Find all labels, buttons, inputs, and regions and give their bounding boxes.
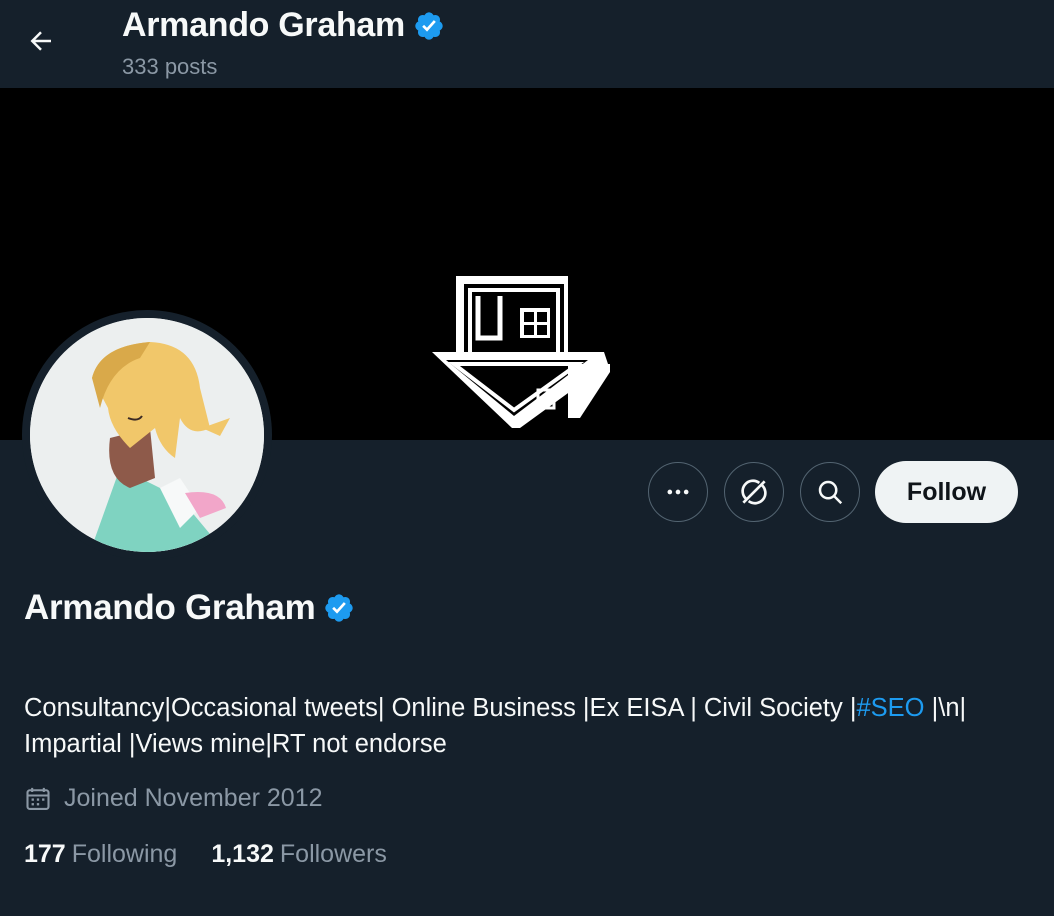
profile-display-name: Armando Graham (24, 588, 316, 627)
search-icon (818, 480, 843, 505)
header-display-name: Armando Graham (122, 6, 405, 44)
profile-avatar[interactable] (22, 310, 272, 560)
profile-header: Armando Graham 333 posts (0, 0, 1054, 88)
profile-bio: Consultancy|Occasional tweets| Online Bu… (24, 690, 1034, 762)
grok-button[interactable] (724, 462, 784, 522)
followers-label: Followers (279, 840, 387, 868)
calendar-icon (26, 787, 50, 810)
verified-badge-icon[interactable] (413, 10, 445, 42)
follow-stats: 177 Following 1,132 Followers (24, 840, 421, 869)
following-label: Following (71, 840, 178, 868)
arrow-left-icon (30, 31, 51, 51)
profile-actions: Follow (648, 461, 1018, 523)
follow-button[interactable]: Follow (875, 461, 1018, 523)
more-button[interactable] (648, 462, 708, 522)
header-name-row: Armando Graham (122, 6, 445, 45)
bio-text: |\n| (924, 694, 967, 722)
bio-text: Consultancy|Occasional tweets| Online Bu… (24, 694, 857, 722)
followers-count: 1,132 (211, 840, 274, 868)
avatar-image (30, 318, 264, 552)
join-date: Joined November 2012 (24, 784, 323, 813)
following-count: 177 (24, 840, 66, 868)
house-logo-icon (432, 276, 610, 428)
following-link[interactable]: 177 Following (24, 840, 177, 869)
profile-name-row: Armando Graham (24, 588, 355, 628)
followers-link[interactable]: 1,132 Followers (211, 840, 387, 869)
ellipsis-icon (667, 489, 689, 495)
bio-text-line2: Impartial |Views mine|RT not endorse (24, 730, 447, 758)
search-button[interactable] (800, 462, 860, 522)
grok-icon (741, 479, 767, 505)
back-button[interactable] (18, 18, 64, 64)
verified-badge-icon[interactable] (323, 592, 355, 624)
joined-text: Joined November 2012 (64, 784, 323, 812)
hashtag-link[interactable]: #SEO (856, 694, 924, 722)
post-count: 333 posts (122, 54, 218, 79)
